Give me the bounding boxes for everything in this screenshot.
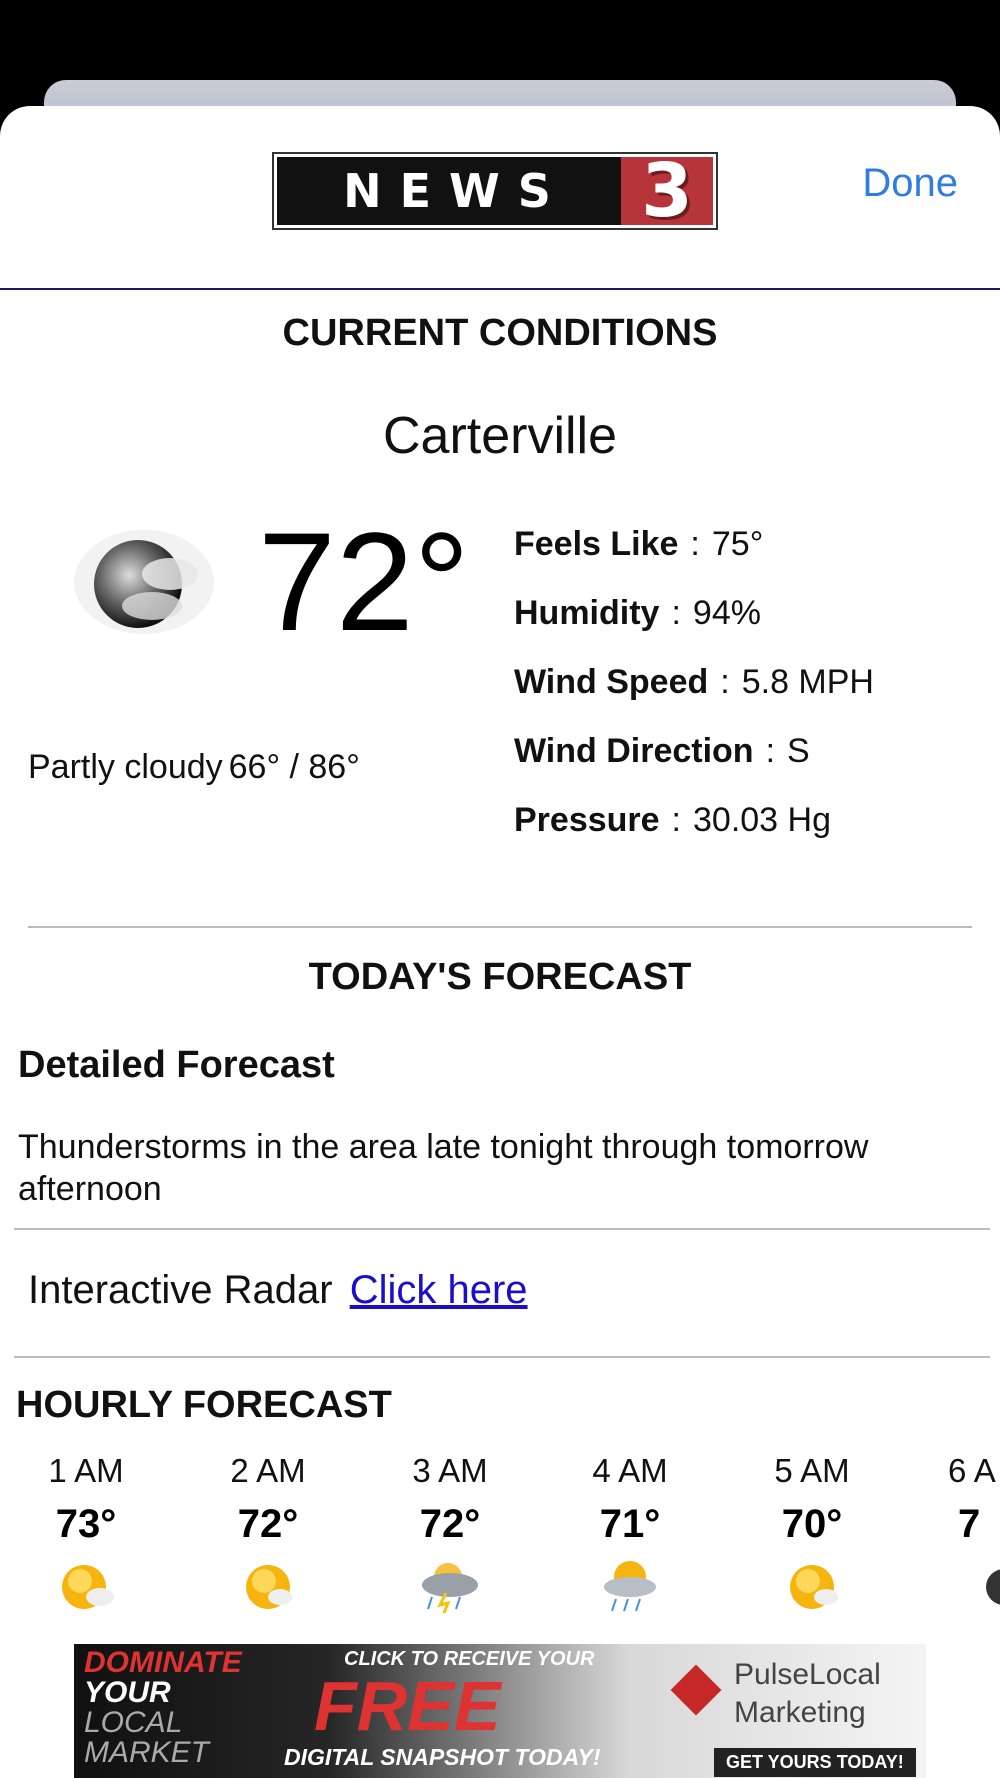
sun-cloud-icon bbox=[790, 1565, 838, 1609]
ad-free: FREE bbox=[314, 1667, 501, 1745]
hi-lo-temps: 66° / 86° bbox=[228, 748, 360, 786]
weather-sheet: NEWS 3 Done CURRENT CONDITIONS Cartervil… bbox=[0, 106, 1000, 1778]
detail-separator: : bbox=[671, 801, 681, 839]
pulselocal-logo-icon bbox=[670, 1664, 722, 1716]
partly-cloudy-night-icon bbox=[74, 530, 214, 634]
ad-cta-bottom: DIGITAL SNAPSHOT TODAY! bbox=[284, 1744, 601, 1770]
logo-number: 3 bbox=[621, 154, 713, 228]
detail-key: Pressure bbox=[514, 801, 660, 839]
detail-value: 5.8 MPH bbox=[741, 663, 874, 701]
divider bbox=[14, 1228, 990, 1230]
detail-key: Wind Speed bbox=[514, 663, 709, 701]
hour-temp: 7 bbox=[958, 1502, 981, 1546]
detail-key: Humidity bbox=[514, 594, 660, 632]
hour-temp: 72° bbox=[237, 1502, 299, 1546]
thunderstorm-icon bbox=[422, 1563, 478, 1614]
ad-line4: MARKET bbox=[84, 1736, 210, 1769]
detail-row: Wind Direction: S bbox=[514, 721, 874, 790]
sun-cloud-icon bbox=[62, 1565, 114, 1609]
nav-bar: NEWS 3 Done bbox=[0, 106, 1000, 290]
logo-word: NEWS bbox=[277, 157, 621, 225]
hour-temp: 70° bbox=[781, 1502, 843, 1546]
hour-temp: 73° bbox=[55, 1502, 117, 1546]
divider bbox=[28, 926, 972, 928]
moon-cloud-icon bbox=[986, 1569, 1000, 1605]
detail-separator: : bbox=[671, 594, 681, 632]
hour-time: 4 AM bbox=[592, 1452, 668, 1489]
done-button[interactable]: Done bbox=[856, 160, 964, 207]
interactive-radar-row: Interactive Radar Click here bbox=[28, 1268, 528, 1313]
ad-cta-button[interactable]: GET YOURS TODAY! bbox=[714, 1748, 916, 1777]
rain-sun-icon bbox=[604, 1561, 656, 1612]
ad-line3: LOCAL bbox=[84, 1706, 183, 1739]
ad-headline: DOMINATE YOUR LOCAL MARKET bbox=[84, 1648, 242, 1768]
detail-value: 30.03 Hg bbox=[693, 801, 831, 839]
ad-banner[interactable]: DOMINATE YOUR LOCAL MARKET CLICK TO RECE… bbox=[74, 1644, 926, 1778]
hour-time: 3 AM bbox=[412, 1452, 488, 1489]
detail-row: Feels Like:75° bbox=[514, 514, 874, 583]
current-temperature: 72° bbox=[258, 503, 470, 660]
detail-key: Feels Like bbox=[514, 525, 679, 563]
news3-logo: NEWS 3 bbox=[272, 152, 718, 230]
detail-separator: : bbox=[765, 732, 776, 770]
radar-label: Interactive Radar bbox=[28, 1268, 333, 1312]
detail-value: S bbox=[787, 732, 810, 770]
ad-line1: DOMINATE bbox=[84, 1646, 242, 1679]
ad-line2: YOUR bbox=[84, 1676, 171, 1709]
hour-time: 2 AM bbox=[230, 1452, 306, 1489]
condition-summary: Partly cloudy 66° / 86° bbox=[28, 748, 360, 787]
hour-time: 6 A bbox=[948, 1452, 996, 1489]
hourly-item: 1 AM 73° bbox=[6, 1452, 166, 1620]
detail-key: Wind Direction bbox=[514, 732, 754, 770]
conditions-details: Feels Like:75° Humidity:94% Wind Speed:5… bbox=[514, 514, 874, 859]
current-conditions-title: CURRENT CONDITIONS bbox=[282, 312, 718, 354]
city-name: Carterville bbox=[382, 407, 618, 465]
detail-separator: : bbox=[720, 663, 730, 701]
hour-temp: 71° bbox=[599, 1502, 661, 1546]
hourly-item: 3 AM 72° bbox=[370, 1452, 530, 1620]
detail-row: Pressure:30.03 Hg bbox=[514, 790, 874, 859]
hourly-forecast-title: HOURLY FORECAST bbox=[16, 1384, 392, 1426]
hourly-item: 5 AM 70° bbox=[732, 1452, 892, 1620]
detail-row: Wind Speed:5.8 MPH bbox=[514, 652, 874, 721]
ad-brand-line2: Marketing bbox=[734, 1696, 866, 1729]
hourly-forecast-strip[interactable]: 1 AM 73° 2 AM 72° 3 AM 72° 4 AM 71° 5 AM… bbox=[0, 1452, 1000, 1614]
radar-link[interactable]: Click here bbox=[350, 1268, 528, 1312]
detail-value: 75° bbox=[711, 525, 764, 563]
divider bbox=[14, 1356, 990, 1358]
detail-separator: : bbox=[690, 525, 700, 563]
hourly-item: 4 AM 71° bbox=[550, 1452, 710, 1620]
ad-brand-line1: PulseLocal bbox=[734, 1658, 881, 1691]
hour-time: 5 AM bbox=[774, 1452, 850, 1489]
hourly-item: 2 AM 72° bbox=[188, 1452, 348, 1620]
detail-value: 94% bbox=[692, 594, 761, 632]
hour-time: 1 AM bbox=[48, 1452, 124, 1489]
detail-row: Humidity:94% bbox=[514, 583, 874, 652]
hour-temp: 72° bbox=[419, 1502, 481, 1546]
hourly-item: 6 A 7 bbox=[914, 1452, 1000, 1620]
sun-cloud-icon bbox=[246, 1565, 292, 1609]
condition-text: Partly cloudy bbox=[28, 748, 223, 786]
detailed-forecast-heading: Detailed Forecast bbox=[18, 1044, 335, 1086]
todays-forecast-title: TODAY'S FORECAST bbox=[308, 956, 692, 998]
detailed-forecast-text: Thunderstorms in the area late tonight t… bbox=[18, 1128, 869, 1208]
